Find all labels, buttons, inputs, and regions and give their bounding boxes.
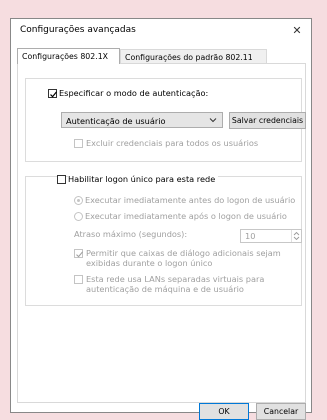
enable-sso-checkbox[interactable] xyxy=(57,175,66,184)
auth-mode-value: Autenticação de usuário xyxy=(66,116,166,126)
allow-dialogs-label-line2: exibidas durante o logon único xyxy=(86,258,213,268)
title-bar[interactable]: Configurações avançadas ✕ xyxy=(11,19,311,43)
max-delay-label: Atraso máximo (segundos): xyxy=(74,229,188,239)
delete-credentials-label: Excluir credenciais para todos os usuári… xyxy=(86,138,259,148)
close-icon[interactable]: ✕ xyxy=(287,21,307,41)
allow-dialogs-label-line1: Permitir que caixas de diálogo adicionai… xyxy=(86,248,281,258)
max-delay-stepper[interactable]: 10 xyxy=(240,229,302,243)
delete-credentials-checkbox[interactable] xyxy=(74,139,83,148)
tab-80211-settings[interactable]: Configurações do padrão 802.11 xyxy=(120,49,267,64)
run-after-logon-label: Executar imediatamente após o logon de u… xyxy=(85,211,287,221)
save-credentials-button[interactable]: Salvar credenciais xyxy=(229,112,306,129)
tab-8021x-settings[interactable]: Configurações 802.1X xyxy=(17,48,120,64)
auth-mode-dropdown[interactable]: Autenticação de usuário xyxy=(61,112,223,128)
max-delay-value: 10 xyxy=(245,231,256,241)
chevron-down-icon xyxy=(209,118,217,123)
specify-auth-mode-label: Especificar o modo de autenticação: xyxy=(59,88,212,98)
stepper-arrows-icon[interactable] xyxy=(291,230,301,242)
run-before-logon-label: Executar imediatamente antes do logon de… xyxy=(85,195,296,205)
cancel-button[interactable]: Cancelar xyxy=(256,403,306,420)
run-before-logon-radio[interactable] xyxy=(74,196,83,205)
advanced-settings-dialog: Configurações avançadas ✕ Configurações … xyxy=(10,18,312,420)
ok-button[interactable]: OK xyxy=(199,403,249,420)
dialog-title: Configurações avançadas xyxy=(20,25,136,35)
vlan-label-line1: Esta rede usa LANs separadas virtuais pa… xyxy=(86,274,265,284)
enable-sso-label: Habilitar logon único para esta rede xyxy=(68,174,219,184)
vlan-label-line2: autenticação de máquina e de usuário xyxy=(86,284,244,294)
vlan-checkbox[interactable] xyxy=(74,275,83,284)
allow-dialogs-checkbox[interactable] xyxy=(74,249,84,258)
run-after-logon-radio[interactable] xyxy=(74,212,83,221)
specify-auth-mode-checkbox[interactable] xyxy=(48,89,58,98)
